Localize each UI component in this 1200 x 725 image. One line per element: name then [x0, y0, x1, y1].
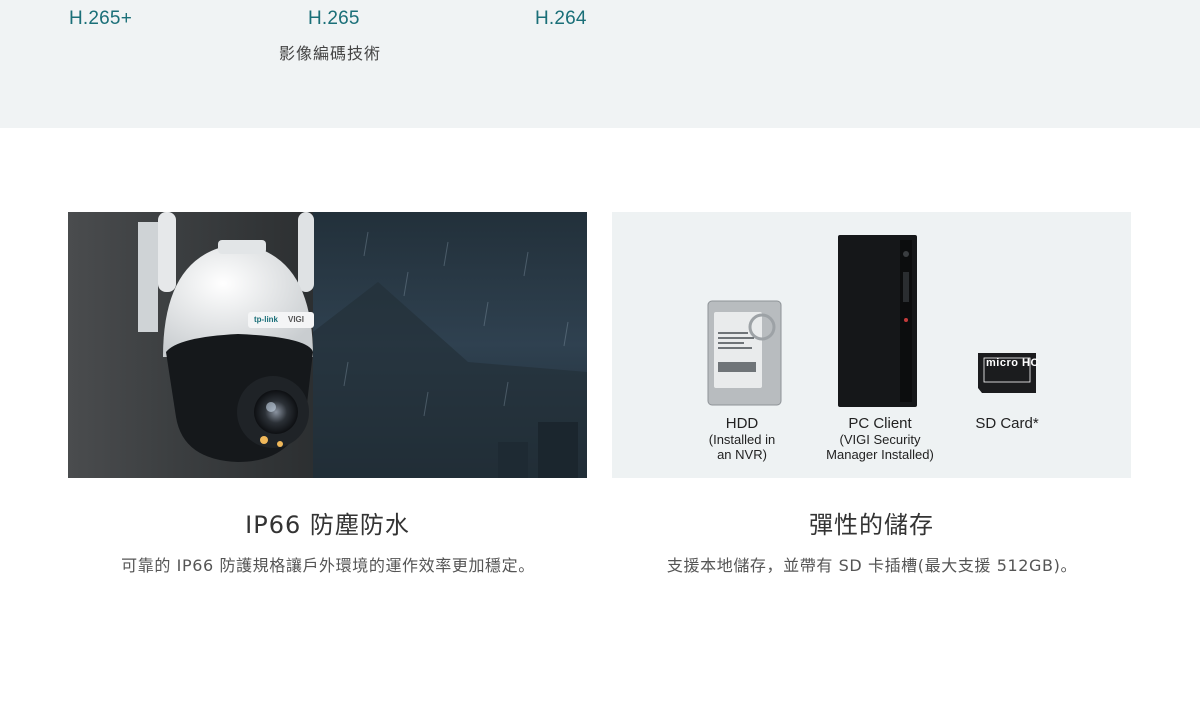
codec-section: H.265+ H.265 H.264 影像編碼技術 — [0, 0, 1200, 128]
codec-h265plus: H.265+ — [69, 8, 132, 29]
storage-sd-card-name: SD Card* — [975, 415, 1039, 432]
camera-series-text: VIGI — [288, 315, 305, 324]
storage-photo: micro HC HDD (Installed in an NVR) PC Cl… — [612, 212, 1131, 478]
camera-illustration — [68, 212, 587, 478]
codec-h265: H.265 — [308, 8, 360, 29]
pc-tower-icon — [838, 235, 917, 407]
storage-pc-client: PC Client (VIGI Security Manager Install… — [816, 415, 944, 462]
storage-hdd-note-1: (Installed in — [708, 432, 776, 447]
feature-title-ip66: IP66 防塵防水 — [245, 511, 410, 539]
codec-subtitle: 影像編碼技術 — [279, 44, 382, 63]
storage-pc-client-name: PC Client — [848, 415, 912, 432]
storage-hdd-note-2: an NVR) — [717, 447, 767, 462]
sd-card-logo: micro HC — [986, 357, 1039, 369]
storage-hdd-name: HDD — [725, 415, 759, 432]
camera-photo: tp-link VIGI — [68, 212, 587, 478]
storage-hdd: HDD (Installed in an NVR) — [697, 415, 787, 462]
storage-pc-client-note-1: (VIGI Security — [839, 432, 921, 447]
feature-title-storage: 彈性的儲存 — [809, 511, 934, 539]
codec-h264: H.264 — [535, 8, 587, 29]
storage-sd-card: SD Card* — [967, 415, 1047, 432]
storage-pc-client-note-2: Manager Installed) — [826, 447, 934, 462]
feature-desc-storage: 支援本地儲存，並帶有 SD 卡插槽(最大支援 512GB)。 — [666, 556, 1078, 575]
camera-brand-text: tp-link — [254, 315, 278, 324]
feature-desc-ip66: 可靠的 IP66 防護規格讓戶外環境的運作效率更加穩定。 — [121, 556, 535, 575]
hdd-icon — [707, 300, 782, 406]
